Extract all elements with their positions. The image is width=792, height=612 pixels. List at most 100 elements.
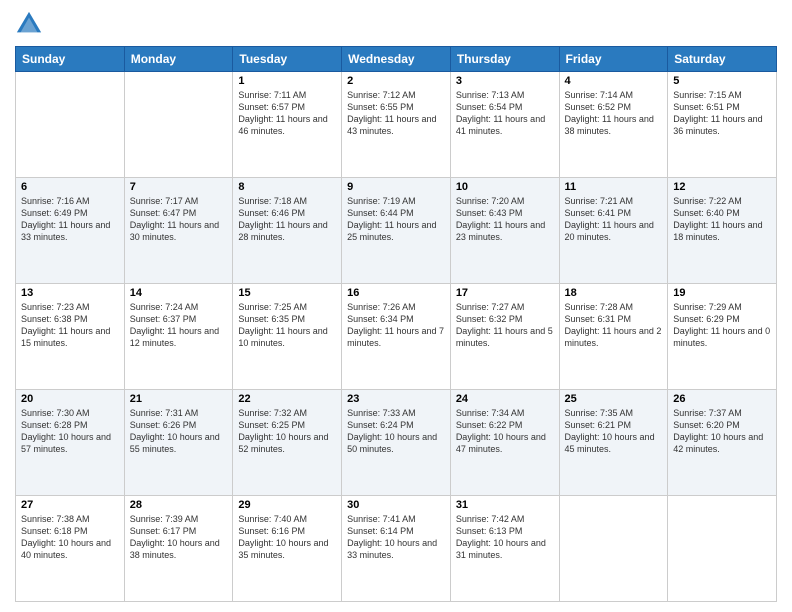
cell-content: Sunrise: 7:34 AM Sunset: 6:22 PM Dayligh… (456, 407, 554, 456)
header-row: SundayMondayTuesdayWednesdayThursdayFrid… (16, 47, 777, 72)
day-number: 7 (130, 181, 228, 193)
cell-content: Sunrise: 7:28 AM Sunset: 6:31 PM Dayligh… (565, 301, 663, 350)
week-row-1: 1 Sunrise: 7:11 AM Sunset: 6:57 PM Daylig… (16, 72, 777, 178)
day-header-monday: Monday (124, 47, 233, 72)
day-number: 13 (21, 287, 119, 299)
day-number: 14 (130, 287, 228, 299)
week-row-2: 6 Sunrise: 7:16 AM Sunset: 6:49 PM Daylig… (16, 178, 777, 284)
day-number: 9 (347, 181, 445, 193)
day-number: 12 (673, 181, 771, 193)
cell-content: Sunrise: 7:30 AM Sunset: 6:28 PM Dayligh… (21, 407, 119, 456)
calendar-cell: 15 Sunrise: 7:25 AM Sunset: 6:35 PM Dayli… (233, 284, 342, 390)
day-number: 20 (21, 393, 119, 405)
calendar-cell: 2Sunrise: 7:12 AM Sunset: 6:55 PM Daylig… (342, 72, 451, 178)
cell-content: Sunrise: 7:24 AM Sunset: 6:37 PM Dayligh… (130, 301, 228, 350)
day-number: 15 (238, 287, 336, 299)
day-number: 29 (238, 499, 336, 511)
day-number: 25 (565, 393, 663, 405)
day-number: 28 (130, 499, 228, 511)
day-number: 24 (456, 393, 554, 405)
day-header-wednesday: Wednesday (342, 47, 451, 72)
calendar-cell: 16 Sunrise: 7:26 AM Sunset: 6:34 PM Dayli… (342, 284, 451, 390)
calendar-cell: 10Sunrise: 7:20 AM Sunset: 6:43 PM Dayli… (450, 178, 559, 284)
page: SundayMondayTuesdayWednesdayThursdayFrid… (0, 0, 792, 612)
calendar-cell (559, 496, 668, 602)
calendar-table: SundayMondayTuesdayWednesdayThursdayFrid… (15, 46, 777, 602)
cell-content: Sunrise: 7:11 AM Sunset: 6:57 PM Dayligh… (238, 89, 336, 138)
cell-content: Sunrise: 7:38 AM Sunset: 6:18 PM Dayligh… (21, 513, 119, 562)
day-number: 19 (673, 287, 771, 299)
cell-content: Sunrise: 7:22 AM Sunset: 6:40 PM Dayligh… (673, 195, 771, 244)
day-number: 1 (238, 75, 336, 87)
cell-content: Sunrise: 7:17 AM Sunset: 6:47 PM Dayligh… (130, 195, 228, 244)
logo-icon (15, 10, 43, 38)
day-header-friday: Friday (559, 47, 668, 72)
cell-content: Sunrise: 7:27 AM Sunset: 6:32 PM Dayligh… (456, 301, 554, 350)
cell-content: Sunrise: 7:16 AM Sunset: 6:49 PM Dayligh… (21, 195, 119, 244)
calendar-cell: 25 Sunrise: 7:35 AM Sunset: 6:21 PM Dayli… (559, 390, 668, 496)
cell-content: Sunrise: 7:35 AM Sunset: 6:21 PM Dayligh… (565, 407, 663, 456)
calendar-cell: 4Sunrise: 7:14 AM Sunset: 6:52 PM Daylig… (559, 72, 668, 178)
calendar-cell: 19 Sunrise: 7:29 AM Sunset: 6:29 PM Dayli… (668, 284, 777, 390)
calendar-cell: 6 Sunrise: 7:16 AM Sunset: 6:49 PM Daylig… (16, 178, 125, 284)
cell-content: Sunrise: 7:42 AM Sunset: 6:13 PM Dayligh… (456, 513, 554, 562)
day-number: 16 (347, 287, 445, 299)
calendar-cell (16, 72, 125, 178)
day-number: 27 (21, 499, 119, 511)
cell-content: Sunrise: 7:26 AM Sunset: 6:34 PM Dayligh… (347, 301, 445, 350)
cell-content: Sunrise: 7:39 AM Sunset: 6:17 PM Dayligh… (130, 513, 228, 562)
cell-content: Sunrise: 7:41 AM Sunset: 6:14 PM Dayligh… (347, 513, 445, 562)
cell-content: Sunrise: 7:23 AM Sunset: 6:38 PM Dayligh… (21, 301, 119, 350)
week-row-3: 13 Sunrise: 7:23 AM Sunset: 6:38 PM Dayli… (16, 284, 777, 390)
calendar-cell: 22Sunrise: 7:32 AM Sunset: 6:25 PM Dayli… (233, 390, 342, 496)
calendar-cell: 13 Sunrise: 7:23 AM Sunset: 6:38 PM Dayli… (16, 284, 125, 390)
week-row-5: 27 Sunrise: 7:38 AM Sunset: 6:18 PM Dayli… (16, 496, 777, 602)
day-number: 21 (130, 393, 228, 405)
calendar-cell: 24 Sunrise: 7:34 AM Sunset: 6:22 PM Dayli… (450, 390, 559, 496)
calendar-cell: 11Sunrise: 7:21 AM Sunset: 6:41 PM Dayli… (559, 178, 668, 284)
calendar-cell: 31 Sunrise: 7:42 AM Sunset: 6:13 PM Dayli… (450, 496, 559, 602)
day-number: 30 (347, 499, 445, 511)
calendar-cell: 28 Sunrise: 7:39 AM Sunset: 6:17 PM Dayli… (124, 496, 233, 602)
calendar-cell: 17Sunrise: 7:27 AM Sunset: 6:32 PM Dayli… (450, 284, 559, 390)
day-header-tuesday: Tuesday (233, 47, 342, 72)
day-number: 8 (238, 181, 336, 193)
calendar-cell: 7 Sunrise: 7:17 AM Sunset: 6:47 PM Daylig… (124, 178, 233, 284)
calendar-cell: 20 Sunrise: 7:30 AM Sunset: 6:28 PM Dayli… (16, 390, 125, 496)
calendar-cell: 23 Sunrise: 7:33 AM Sunset: 6:24 PM Dayli… (342, 390, 451, 496)
cell-content: Sunrise: 7:19 AM Sunset: 6:44 PM Dayligh… (347, 195, 445, 244)
logo (15, 10, 47, 38)
calendar-cell: 26Sunrise: 7:37 AM Sunset: 6:20 PM Dayli… (668, 390, 777, 496)
day-number: 6 (21, 181, 119, 193)
calendar-cell: 8Sunrise: 7:18 AM Sunset: 6:46 PM Daylig… (233, 178, 342, 284)
calendar-cell: 5 Sunrise: 7:15 AM Sunset: 6:51 PM Daylig… (668, 72, 777, 178)
calendar-cell (668, 496, 777, 602)
day-header-sunday: Sunday (16, 47, 125, 72)
cell-content: Sunrise: 7:29 AM Sunset: 6:29 PM Dayligh… (673, 301, 771, 350)
calendar-cell: 12 Sunrise: 7:22 AM Sunset: 6:40 PM Dayli… (668, 178, 777, 284)
day-number: 23 (347, 393, 445, 405)
cell-content: Sunrise: 7:13 AM Sunset: 6:54 PM Dayligh… (456, 89, 554, 138)
calendar-cell: 18 Sunrise: 7:28 AM Sunset: 6:31 PM Dayli… (559, 284, 668, 390)
calendar-cell: 30 Sunrise: 7:41 AM Sunset: 6:14 PM Dayli… (342, 496, 451, 602)
day-number: 31 (456, 499, 554, 511)
day-number: 3 (456, 75, 554, 87)
calendar-cell (124, 72, 233, 178)
header (15, 10, 777, 38)
day-number: 10 (456, 181, 554, 193)
cell-content: Sunrise: 7:15 AM Sunset: 6:51 PM Dayligh… (673, 89, 771, 138)
cell-content: Sunrise: 7:14 AM Sunset: 6:52 PM Dayligh… (565, 89, 663, 138)
day-number: 26 (673, 393, 771, 405)
day-number: 11 (565, 181, 663, 193)
calendar-cell: 27 Sunrise: 7:38 AM Sunset: 6:18 PM Dayli… (16, 496, 125, 602)
day-number: 18 (565, 287, 663, 299)
calendar-cell: 21 Sunrise: 7:31 AM Sunset: 6:26 PM Dayli… (124, 390, 233, 496)
day-number: 5 (673, 75, 771, 87)
calendar-cell: 29 Sunrise: 7:40 AM Sunset: 6:16 PM Dayli… (233, 496, 342, 602)
cell-content: Sunrise: 7:40 AM Sunset: 6:16 PM Dayligh… (238, 513, 336, 562)
cell-content: Sunrise: 7:25 AM Sunset: 6:35 PM Dayligh… (238, 301, 336, 350)
calendar-cell: 1 Sunrise: 7:11 AM Sunset: 6:57 PM Daylig… (233, 72, 342, 178)
day-number: 2 (347, 75, 445, 87)
cell-content: Sunrise: 7:31 AM Sunset: 6:26 PM Dayligh… (130, 407, 228, 456)
cell-content: Sunrise: 7:33 AM Sunset: 6:24 PM Dayligh… (347, 407, 445, 456)
